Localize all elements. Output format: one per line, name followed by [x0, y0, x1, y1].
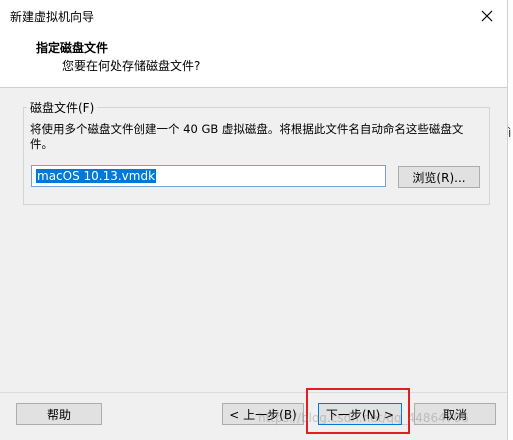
title-bar: 新建虚拟机向导 — [0, 0, 507, 31]
footer-divider — [0, 392, 507, 393]
background-window-edge: ì — [507, 0, 513, 440]
window-title: 新建虚拟机向导 — [10, 10, 95, 24]
disk-file-group-label: 磁盘文件(F) — [27, 99, 98, 116]
browse-button[interactable]: 浏览(R)... — [398, 166, 480, 188]
disk-file-input-value: macOS 10.13.vmdk — [36, 169, 157, 183]
wizard-header: 指定磁盘文件 您要在何处存储磁盘文件? — [0, 31, 507, 88]
help-button[interactable]: 帮助 — [16, 403, 102, 425]
page-subtitle: 您要在何处存储磁盘文件? — [62, 59, 201, 73]
disk-file-input[interactable]: macOS 10.13.vmdk — [31, 165, 386, 187]
back-button[interactable]: < 上一步(B) — [222, 403, 304, 425]
page-title: 指定磁盘文件 — [36, 41, 109, 55]
close-icon — [481, 10, 493, 21]
disk-file-description: 将使用多个磁盘文件创建一个 40 GB 虚拟磁盘。将根据此文件名自动命名这些磁盘… — [30, 122, 464, 151]
new-vm-wizard-dialog: 新建虚拟机向导 指定磁盘文件 您要在何处存储磁盘文件? 磁盘文件(F) 将使用多… — [0, 0, 507, 440]
next-button[interactable]: 下一步(N) > — [318, 403, 402, 425]
close-button[interactable] — [467, 0, 507, 31]
background-edge-char: ì — [508, 126, 512, 140]
cancel-button[interactable]: 取消 — [414, 403, 496, 425]
